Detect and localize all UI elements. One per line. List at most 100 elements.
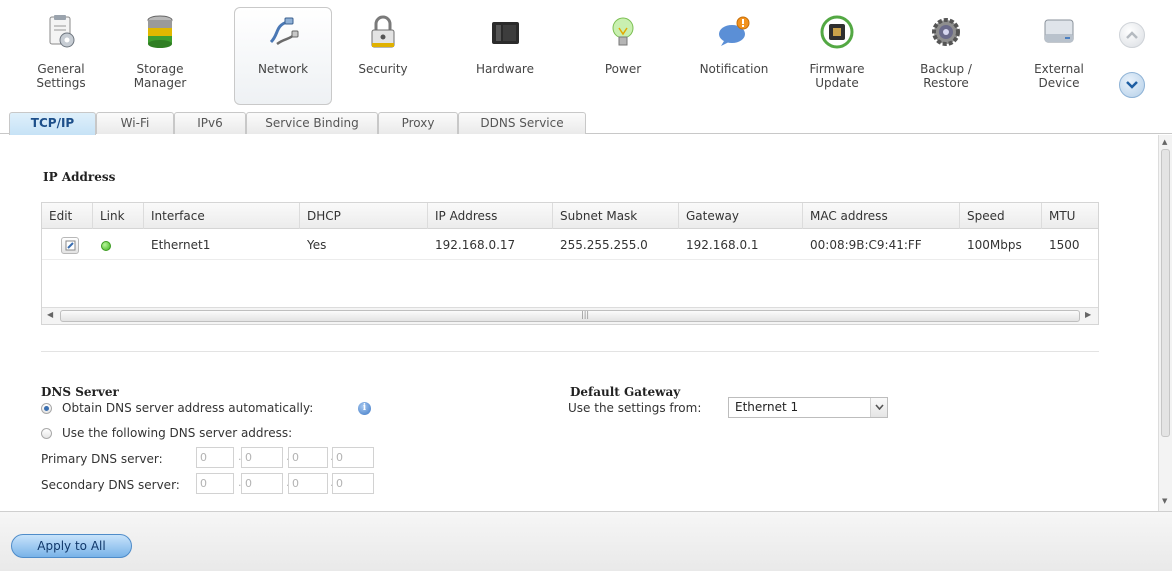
tcp-ip-panel: IP Address Edit Link Interface DHCP IP A… (0, 135, 1158, 511)
toolbar-scroll-up-button[interactable] (1119, 22, 1145, 48)
toolbar-label: Notification (699, 62, 769, 76)
gateway-source-value: Ethernet 1 (735, 400, 799, 414)
cell-gateway: 192.168.0.1 (686, 238, 759, 252)
scroll-down-icon[interactable]: ▼ (1162, 497, 1167, 505)
panel-vertical-scrollbar[interactable]: ▲ ▼ (1158, 135, 1172, 511)
tab-bar: TCP/IP Wi-Fi IPv6 Service Binding Proxy … (0, 110, 1172, 135)
tab-tcp-ip[interactable]: TCP/IP (9, 112, 96, 135)
grip-icon: ||| (581, 310, 590, 319)
toolbar-label: Storage Manager (133, 62, 187, 90)
dns-auto-radio[interactable] (41, 403, 52, 414)
cell-dhcp: Yes (307, 238, 327, 252)
ip-address-table: Edit Link Interface DHCP IP Address Subn… (41, 202, 1099, 325)
primary-dns-octet-2[interactable]: 0 (241, 447, 283, 468)
chevron-down-icon (1126, 81, 1138, 89)
table-horizontal-scrollbar[interactable]: ◀ ||| ▶ (42, 307, 1098, 324)
toolbar-power[interactable]: Power (574, 8, 672, 106)
dns-manual-label[interactable]: Use the following DNS server address: (62, 426, 292, 440)
secondary-dns-octet-3[interactable]: 0 (288, 473, 328, 494)
toolbar-label: Backup / Restore (920, 62, 972, 90)
pencil-icon (65, 240, 76, 251)
toolbar-label: External Device (1034, 62, 1084, 90)
cell-ip-address: 192.168.0.17 (435, 238, 516, 252)
secondary-dns-label: Secondary DNS server: (41, 478, 180, 492)
cell-mtu: 1500 (1049, 238, 1080, 252)
toolbar-hardware[interactable]: Hardware (456, 8, 554, 106)
footer-bar: Apply to All (0, 511, 1172, 571)
toolbar-scroll-down-button[interactable] (1119, 72, 1145, 98)
firmware-chip-icon (820, 15, 854, 49)
toolbar-security[interactable]: Security (334, 8, 432, 106)
col-subnet-mask[interactable]: Subnet Mask (553, 203, 679, 229)
col-mac-address[interactable]: MAC address (803, 203, 960, 229)
scrollbar-thumb[interactable]: ||| (60, 310, 1080, 322)
storage-manager-icon (147, 15, 173, 48)
secondary-dns-octet-4[interactable]: 0 (332, 473, 374, 494)
cell-speed: 100Mbps (967, 238, 1022, 252)
cell-subnet-mask: 255.255.255.0 (560, 238, 648, 252)
lock-icon (371, 15, 395, 48)
default-gateway-heading: Default Gateway (570, 385, 681, 399)
cell-interface: Ethernet1 (151, 238, 211, 252)
backup-gear-icon (932, 18, 960, 46)
hardware-icon (492, 22, 519, 44)
table-header: Edit Link Interface DHCP IP Address Subn… (42, 203, 1098, 229)
toolbar-label: General Settings (36, 62, 86, 90)
tab-proxy[interactable]: Proxy (378, 112, 458, 134)
toolbar-storage-manager[interactable]: Storage Manager (111, 8, 209, 106)
col-interface[interactable]: Interface (144, 203, 300, 229)
scroll-right-icon[interactable]: ▶ (1085, 310, 1091, 319)
general-settings-icon (49, 15, 75, 48)
tab-ddns-service[interactable]: DDNS Service (458, 112, 586, 134)
chevron-down-icon (875, 404, 884, 410)
dropdown-button[interactable] (870, 398, 887, 417)
chevron-up-icon (1126, 31, 1138, 39)
primary-dns-label: Primary DNS server: (41, 452, 163, 466)
toolbar-label: Power (604, 62, 642, 76)
primary-dns-octet-1[interactable]: 0 (196, 447, 234, 468)
toolbar-network[interactable]: Network (234, 7, 332, 105)
dns-server-heading: DNS Server (41, 385, 119, 399)
col-gateway[interactable]: Gateway (679, 203, 803, 229)
external-drive-icon (1044, 19, 1074, 43)
col-link[interactable]: Link (93, 203, 144, 229)
table-row[interactable]: Ethernet1 Yes 192.168.0.17 255.255.255.0… (42, 230, 1098, 260)
cell-mac-address: 00:08:9B:C9:41:FF (810, 238, 922, 252)
network-icon (269, 17, 299, 46)
power-bulb-icon (612, 17, 634, 46)
dns-auto-label[interactable]: Obtain DNS server address automatically: (62, 401, 313, 415)
primary-dns-octet-4[interactable]: 0 (332, 447, 374, 468)
toolbar-notification[interactable]: Notification (685, 8, 783, 106)
toolbar-backup-restore[interactable]: Backup / Restore (897, 8, 995, 106)
dns-manual-radio[interactable] (41, 428, 52, 439)
col-mtu[interactable]: MTU (1042, 203, 1098, 229)
tab-ipv6[interactable]: IPv6 (174, 112, 246, 134)
toolbar-label: Network (257, 62, 309, 76)
gateway-source-label: Use the settings from: (568, 401, 702, 415)
scroll-up-icon[interactable]: ▲ (1162, 138, 1167, 146)
toolbar-firmware-update[interactable]: Firmware Update (788, 8, 886, 106)
toolbar-external-device[interactable]: External Device (1010, 8, 1108, 106)
info-icon[interactable]: i (358, 402, 371, 415)
scroll-left-icon[interactable]: ◀ (47, 310, 53, 319)
gateway-source-select[interactable]: Ethernet 1 (728, 397, 888, 418)
primary-dns-octet-3[interactable]: 0 (288, 447, 328, 468)
apply-to-all-button[interactable]: Apply to All (11, 534, 132, 558)
ip-address-heading: IP Address (43, 170, 116, 184)
section-divider (41, 351, 1099, 352)
tab-service-binding[interactable]: Service Binding (246, 112, 378, 134)
edit-button[interactable] (61, 237, 79, 254)
col-ip-address[interactable]: IP Address (428, 203, 553, 229)
col-dhcp[interactable]: DHCP (300, 203, 428, 229)
col-speed[interactable]: Speed (960, 203, 1042, 229)
secondary-dns-octet-1[interactable]: 0 (196, 473, 234, 494)
scrollbar-thumb[interactable] (1161, 149, 1170, 437)
toolbar-label: Security (358, 62, 408, 76)
link-status-icon (101, 241, 111, 251)
settings-toolbar: General Settings Storage Manager Network… (0, 0, 1172, 110)
col-edit[interactable]: Edit (42, 203, 93, 229)
secondary-dns-octet-2[interactable]: 0 (241, 473, 283, 494)
toolbar-general-settings[interactable]: General Settings (12, 8, 110, 106)
tab-wi-fi[interactable]: Wi-Fi (96, 112, 174, 134)
toolbar-label: Hardware (476, 62, 534, 76)
